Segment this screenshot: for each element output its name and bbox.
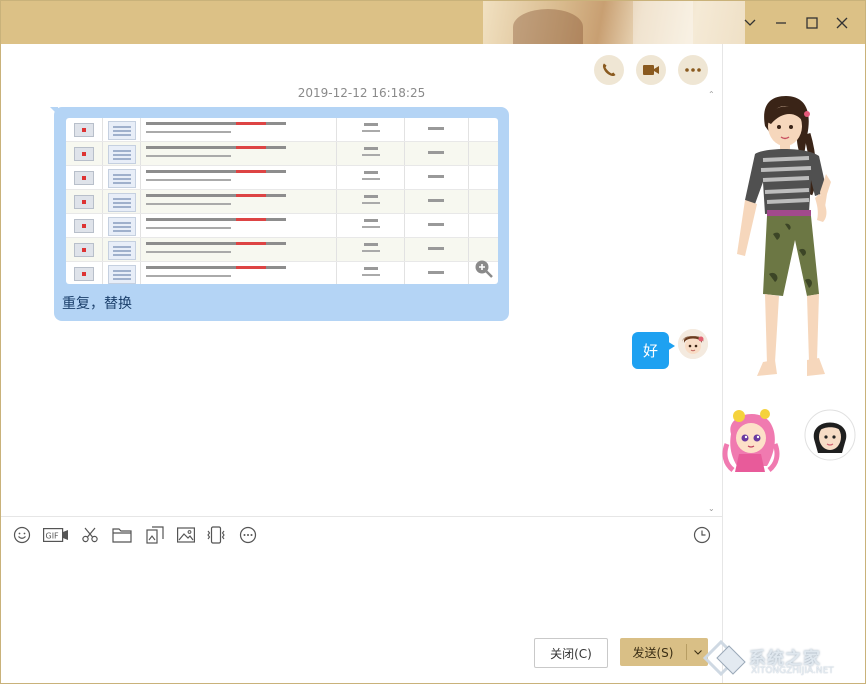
zoom-in-icon[interactable]	[474, 259, 494, 279]
maximize-icon[interactable]	[800, 11, 824, 35]
phone-call-icon[interactable]	[594, 55, 624, 85]
scroll-up-icon[interactable]: ⌃	[708, 91, 718, 99]
gif-icon[interactable]: GIF	[43, 525, 69, 545]
chevron-down-icon[interactable]	[738, 11, 762, 35]
scissors-icon[interactable]	[80, 525, 100, 545]
watermark-subtext: XITONGZHIJIA.NET	[751, 666, 834, 676]
send-button-label[interactable]: 发送(S)	[620, 638, 686, 666]
attachment-row	[66, 238, 498, 262]
message-timestamp: 2019-12-12 16:18:25	[297, 86, 426, 100]
clock-icon[interactable]	[692, 525, 712, 545]
attachment-row	[66, 190, 498, 214]
more-icon[interactable]	[238, 525, 258, 545]
attachment-row	[66, 166, 498, 190]
incoming-message-text: 重复，替换	[62, 296, 132, 312]
image-text-icon[interactable]	[145, 525, 165, 545]
emoji-icon[interactable]	[12, 525, 32, 545]
picture-icon[interactable]	[176, 525, 196, 545]
folder-icon[interactable]	[112, 525, 132, 545]
close-icon[interactable]	[830, 11, 854, 35]
title-bar[interactable]	[1, 1, 865, 44]
attachment-row	[66, 214, 498, 238]
input-toolbar: GIF	[1, 516, 722, 554]
attachment-row	[66, 142, 498, 166]
chat-history[interactable]: 2019-12-12 16:18:25 ⌃ 重复，替换 好 ⌄	[1, 44, 722, 516]
character-illustration	[737, 96, 831, 376]
incoming-message-bubble[interactable]: 重复，替换	[50, 107, 509, 321]
shake-icon[interactable]	[206, 525, 226, 545]
scroll-down-icon[interactable]: ⌄	[708, 505, 718, 513]
outgoing-message-bubble[interactable]: 好	[632, 332, 675, 369]
svg-text:GIF: GIF	[46, 532, 60, 541]
send-button[interactable]: 发送(S)	[620, 638, 708, 666]
avatar-circle[interactable]	[804, 409, 856, 461]
title-bar-decoration	[483, 1, 745, 44]
more-icon[interactable]	[678, 55, 708, 85]
attachment-row	[66, 262, 498, 284]
minimize-icon[interactable]	[769, 11, 793, 35]
avatar[interactable]	[678, 329, 708, 359]
sidebar-show-panel	[722, 44, 865, 683]
chat-window: 2019-12-12 16:18:25 ⌃ 重复，替换 好 ⌄ GIF 关闭(C…	[0, 0, 866, 684]
close-button[interactable]: 关闭(C)	[534, 638, 608, 668]
attachment-screenshot[interactable]	[66, 118, 498, 284]
video-call-icon[interactable]	[636, 55, 666, 85]
chibi-sticker	[722, 409, 780, 472]
watermark: 系统之家 XITONGZHIJIA.NET	[701, 634, 863, 680]
outgoing-message-text: 好	[642, 342, 658, 360]
attachment-row	[66, 118, 498, 142]
message-input[interactable]: 关闭(C) 发送(S)	[1, 553, 722, 683]
